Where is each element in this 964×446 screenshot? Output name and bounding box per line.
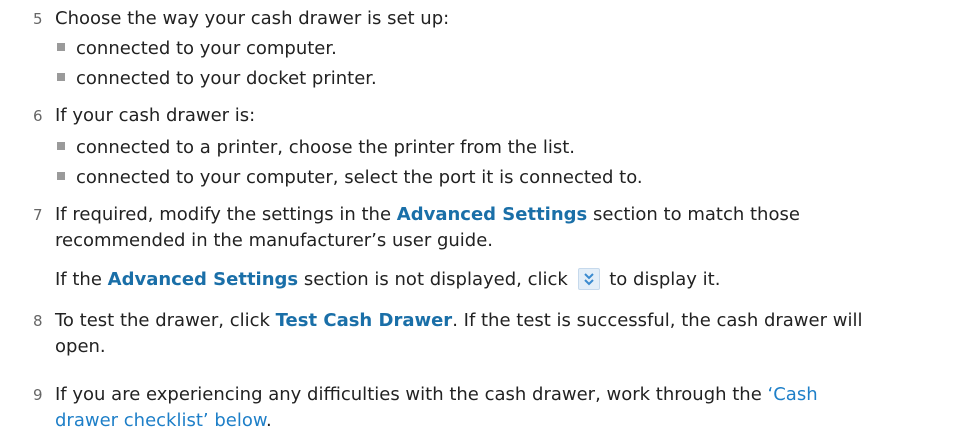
step-number: 7 xyxy=(33,206,43,224)
list-item-text: connected to a printer, choose the print… xyxy=(76,137,576,158)
step-text-line-2: recommended in the manufacturer’s user g… xyxy=(55,230,494,251)
cash-drawer-checklist-link[interactable]: drawer checklist’ below xyxy=(55,410,266,431)
step-number: 8 xyxy=(33,312,43,330)
chevron-double-down-icon xyxy=(577,268,600,290)
bullet-icon xyxy=(57,73,65,81)
bullet-icon xyxy=(57,142,65,150)
list-item-text: connected to your docket printer. xyxy=(76,68,377,89)
text-run: If the xyxy=(55,269,108,290)
text-run: If required, modify the settings in the xyxy=(55,204,397,225)
step-text: If your cash drawer is: xyxy=(55,105,256,126)
text-run: section to match those xyxy=(587,204,800,225)
text-run: . xyxy=(265,410,272,431)
step-text-line-2: open. xyxy=(55,336,106,357)
step-text-line-1: If you are experiencing any difficulties… xyxy=(55,384,818,406)
text-run: . If the test is successful, the cash dr… xyxy=(452,310,863,331)
document-page: 5 Choose the way your cash drawer is set… xyxy=(0,0,964,446)
list-item-text: connected to your computer, select the p… xyxy=(76,167,643,188)
step-number: 9 xyxy=(33,386,43,404)
list-item: connected to your docket printer. xyxy=(57,68,377,90)
bullet-icon xyxy=(57,172,65,180)
step-text-line-2: drawer checklist’ below. xyxy=(55,410,272,432)
step-text-line-1: To test the drawer, click Test Cash Draw… xyxy=(55,310,862,332)
ui-term-advanced-settings: Advanced Settings xyxy=(107,269,299,290)
list-item: connected to your computer, select the p… xyxy=(57,167,643,189)
list-item-text: connected to your computer. xyxy=(76,38,337,59)
text-run: To test the drawer, click xyxy=(55,310,276,331)
step-text: Choose the way your cash drawer is set u… xyxy=(55,8,450,29)
bullet-icon xyxy=(57,43,65,51)
ui-term-advanced-settings: Advanced Settings xyxy=(396,204,588,225)
ui-term-test-cash-drawer: Test Cash Drawer xyxy=(275,310,453,331)
cash-drawer-checklist-link[interactable]: ‘Cash xyxy=(768,384,818,405)
text-run: to display it. xyxy=(603,269,721,290)
step-number: 6 xyxy=(33,107,43,125)
step-number: 5 xyxy=(33,10,43,28)
step-note: If the Advanced Settings section is not … xyxy=(55,268,720,291)
list-item: connected to a printer, choose the print… xyxy=(57,137,575,159)
text-run: section is not displayed, click xyxy=(298,269,574,290)
step-text-line-1: If required, modify the settings in the … xyxy=(55,204,800,226)
list-item: connected to your computer. xyxy=(57,38,337,60)
text-run: If you are experiencing any difficulties… xyxy=(55,384,768,405)
